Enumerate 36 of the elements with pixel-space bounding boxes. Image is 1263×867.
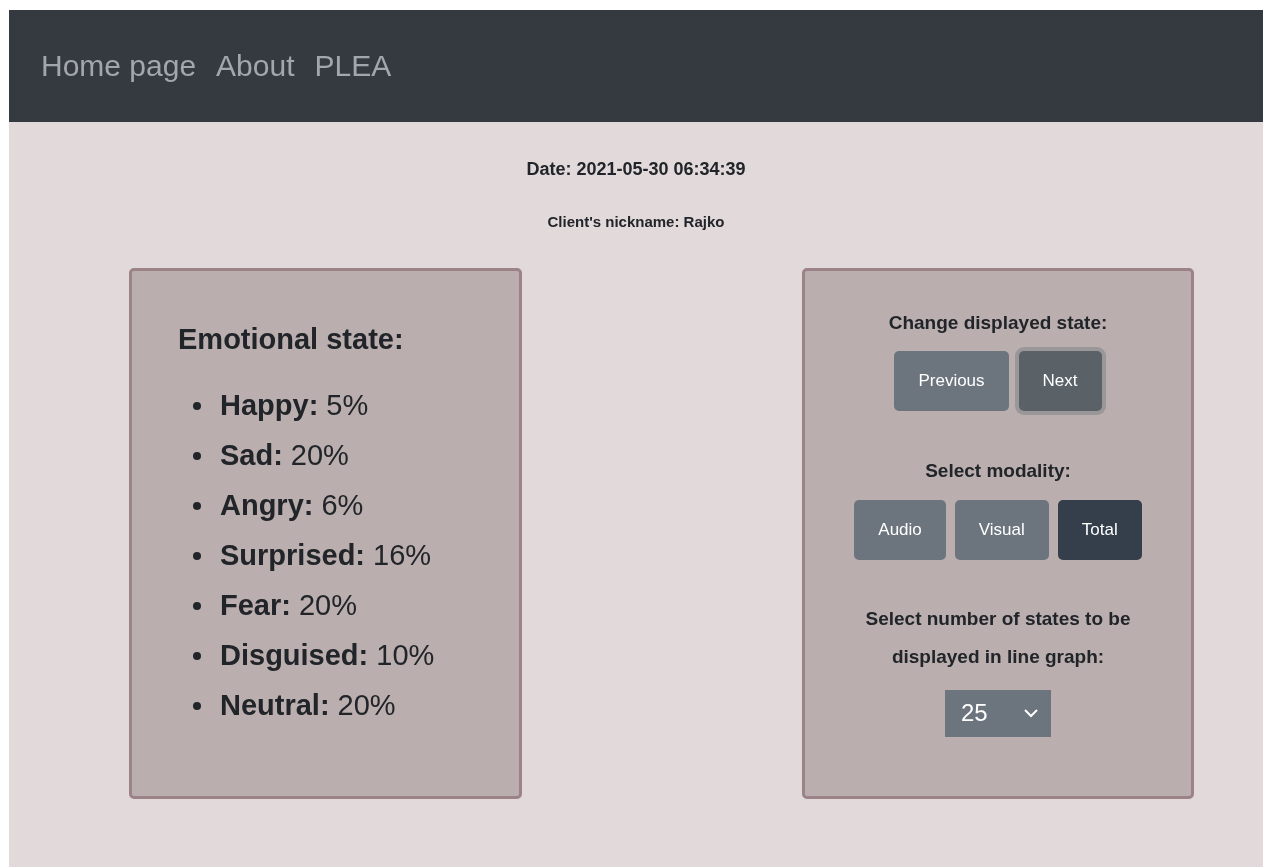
emotion-value: 10% <box>376 638 435 673</box>
emotion-label: Disguised: <box>220 638 369 673</box>
emotion-value: 16% <box>373 538 432 573</box>
emotion-label: Happy: <box>220 388 319 423</box>
emotion-value: 20% <box>290 438 349 473</box>
emotion-value: 6% <box>321 488 364 523</box>
bullet-icon <box>193 451 201 460</box>
emotion-label: Neutral: <box>220 688 330 723</box>
bullet-icon <box>193 701 201 710</box>
state-button[interactable]: Previous <box>894 351 1009 411</box>
modality-button[interactable]: Total <box>1057 499 1142 560</box>
section-title: Change displayed state: <box>888 310 1108 335</box>
bullet-icon <box>193 651 201 660</box>
bullet-icon <box>193 401 201 410</box>
chevron-down-icon <box>1023 708 1039 718</box>
bullet-icon <box>193 551 201 560</box>
emotion-value: 20% <box>337 688 396 723</box>
nav-link[interactable]: About <box>216 51 295 81</box>
date-text: Date: 2021-05-30 06:34:39 <box>526 158 746 181</box>
emotion-label: Fear: <box>220 588 291 623</box>
emotion-label: Surprised: <box>220 538 366 573</box>
modality-button[interactable]: Audio <box>854 499 946 560</box>
nav-link[interactable]: PLEA <box>314 51 392 81</box>
panel-heading: Emotional state: <box>178 321 405 357</box>
emotion-value: 20% <box>298 588 357 623</box>
section-title: Select number of states to be displayed in line graph: <box>864 606 1132 669</box>
count-select[interactable]: 25 <box>945 689 1051 737</box>
nav-link[interactable]: Home page <box>41 51 197 81</box>
bullet-icon <box>193 601 201 610</box>
section-title: Select modality: <box>925 459 1071 483</box>
nickname-text: Client's nickname: Rajko <box>547 212 725 232</box>
emotion-value: 5% <box>326 388 369 423</box>
emotion-label: Sad: <box>220 438 283 473</box>
bullet-icon <box>193 501 201 510</box>
modality-button[interactable]: Visual <box>954 499 1049 560</box>
emotion-label: Angry: <box>220 488 314 523</box>
